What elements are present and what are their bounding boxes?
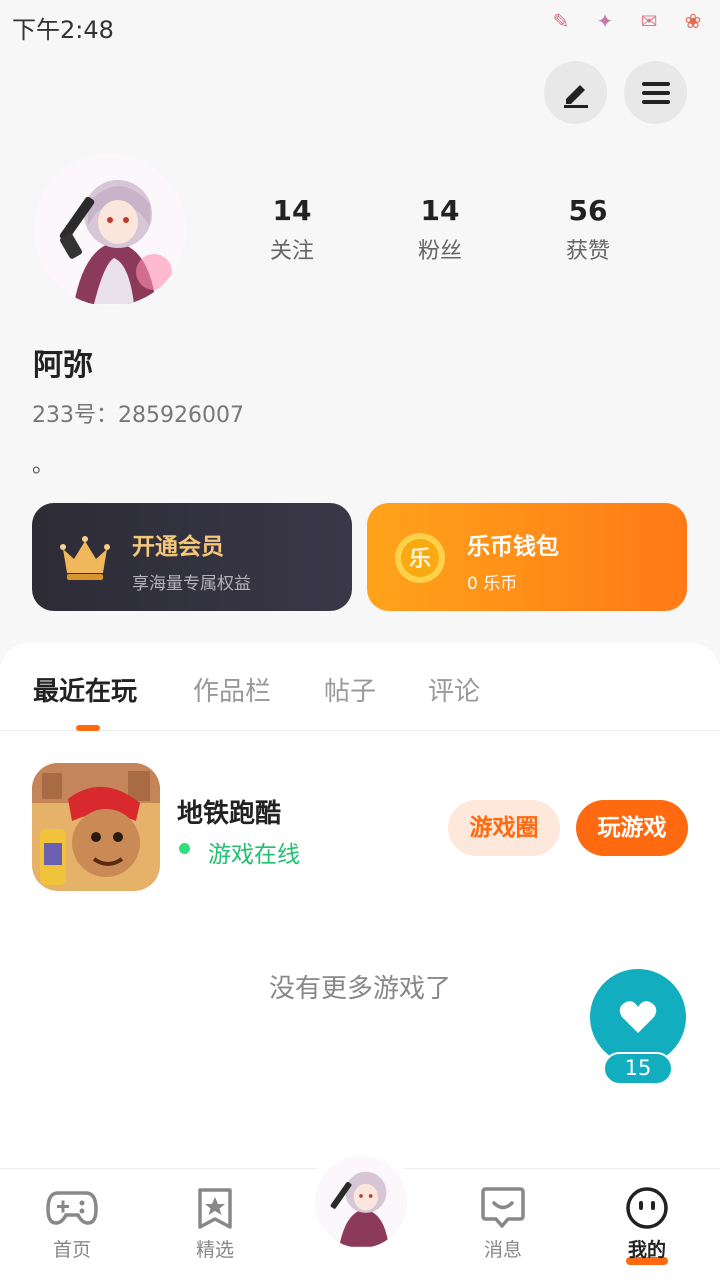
play-game-button[interactable]: 玩游戏 [576,800,688,856]
nav-center-avatar[interactable] [306,1147,416,1257]
online-status-dot [179,843,190,854]
stat-value: 14 [272,194,312,227]
anime-girl-avatar [34,154,186,306]
vip-subtitle: 享海量专属权益 [132,574,251,594]
nav-featured[interactable]: 精选 [170,1187,260,1262]
avatar[interactable] [34,154,186,306]
stat-value: 14 [420,194,460,227]
floating-like-button[interactable] [590,969,686,1065]
gamepad-icon [46,1187,98,1229]
nav-label: 精选 [195,1239,234,1261]
stat-label: 获赞 [565,239,610,264]
nav-mine[interactable]: 我的 [602,1187,692,1265]
center-avatar-icon [315,1156,407,1248]
wallet-card[interactable]: 乐 乐币钱包 0 乐币 [367,503,687,611]
user-bio: 。 [32,453,55,478]
menu-button[interactable] [624,61,687,124]
edit-profile-button[interactable] [544,61,607,124]
stat-likes[interactable]: 56 获赞 [533,194,643,265]
nav-messages[interactable]: 消息 [458,1187,548,1262]
subway-surfers-icon [32,763,160,891]
stars-sticker-icon: ✦ [596,9,614,33]
star-bookmark-icon [189,1187,241,1229]
stat-fans[interactable]: 14 粉丝 [385,194,495,265]
hamburger-menu-icon [641,81,670,104]
tab-bar: 最近在玩 作品栏 帖子 评论 [0,643,720,731]
status-time: 下午2:48 [12,16,114,44]
tab-indicator [76,725,100,731]
vip-card[interactable]: 开通会员 享海量专属权益 [32,503,352,611]
wallet-balance: 0 乐币 [467,574,518,594]
vip-title: 开通会员 [132,534,224,560]
hammer-sticker-icon: ✎ [552,9,570,33]
stat-label: 粉丝 [417,239,462,264]
tab-comments[interactable]: 评论 [428,671,480,708]
bottom-nav: 首页 精选 消息 我的 [0,1147,720,1280]
heart-icon [619,1001,657,1033]
pencil-icon [563,84,588,108]
wallet-title: 乐币钱包 [467,534,559,560]
smiley-face-icon [621,1187,673,1229]
mail-sticker-icon: ✉ [640,9,658,33]
tab-posts[interactable]: 帖子 [324,671,376,708]
game-list-item[interactable]: 地铁跑酷 游戏在线 游戏圈 玩游戏 [0,763,720,893]
username: 阿弥 [33,348,93,383]
chat-bubble-icon [477,1187,529,1229]
user-id: 233号：285926007 [32,403,244,428]
tab-recent-playing[interactable]: 最近在玩 [33,671,137,708]
tab-works[interactable]: 作品栏 [193,671,271,708]
status-bar: 下午2:48 ✎ ✦ ✉ ❀ [0,0,720,50]
nav-home[interactable]: 首页 [27,1187,117,1262]
nav-label: 首页 [52,1239,91,1261]
nav-label: 消息 [483,1239,522,1261]
status-icons: ✎ ✦ ✉ ❀ [544,8,710,34]
game-circle-button[interactable]: 游戏圈 [448,800,560,856]
stat-following[interactable]: 14 关注 [237,194,347,265]
le-coin-icon: 乐 [395,533,445,583]
game-online-status: 游戏在线 [208,842,300,868]
game-name: 地铁跑酷 [177,799,282,829]
game-icon[interactable] [32,763,160,891]
crown-icon [60,536,110,580]
coin-char: 乐 [409,547,431,572]
nav-label: 我的 [627,1239,666,1261]
candy-sticker-icon: ❀ [684,9,702,33]
content-panel: 最近在玩 作品栏 帖子 评论 地铁跑酷 游戏在线 游戏圈 玩游戏 没有更多游戏了 [0,643,720,1173]
stat-label: 关注 [269,239,314,264]
like-count-badge: 15 [603,1052,673,1085]
stat-value: 56 [568,194,608,227]
